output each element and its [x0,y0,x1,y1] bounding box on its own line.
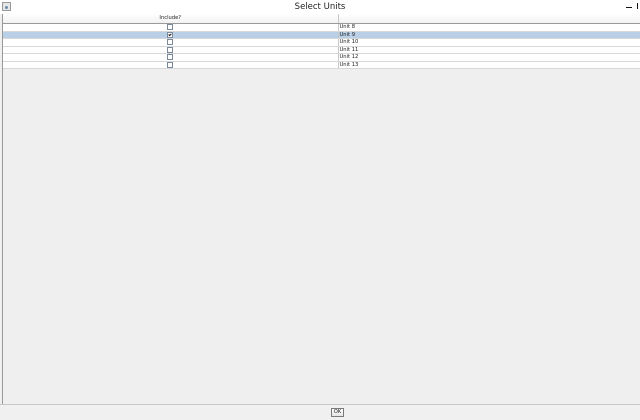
unit-name-cell[interactable]: Unit 11 [338,46,640,54]
unit-name-cell[interactable]: Unit 13 [338,61,640,69]
table-row[interactable]: Unit 10 [3,38,640,47]
table-row-selected[interactable]: Unit 9 [3,31,640,39]
unit-column-header[interactable] [338,14,640,24]
units-panel: Include? Unit 8 Unit 9 Unit 10 Unit 11 U… [2,14,640,404]
button-bar: OK [0,404,640,420]
minimize-icon[interactable] [625,2,633,12]
select-units-dialog: Select Units Include? Unit 8 Unit 9 Unit… [0,0,640,420]
include-checkbox[interactable] [167,61,174,68]
include-checkbox[interactable] [167,24,174,30]
include-cell[interactable] [3,23,339,32]
table-header-row: Include? [3,14,640,24]
title-bar[interactable]: Select Units [0,0,640,14]
close-icon[interactable] [636,2,640,12]
ok-button[interactable]: OK [331,408,344,417]
table-row[interactable]: Unit 8 [3,23,640,32]
include-cell[interactable] [3,53,339,62]
unit-name-cell[interactable]: Unit 10 [338,38,640,47]
include-cell[interactable] [3,38,339,47]
include-column-header[interactable]: Include? [3,14,339,24]
unit-name-cell[interactable]: Unit 8 [338,23,640,32]
include-checkbox-checked[interactable] [167,31,174,38]
unit-name-cell[interactable]: Unit 9 [338,31,640,39]
unit-name-cell[interactable]: Unit 12 [338,53,640,62]
table-row[interactable]: Unit 12 [3,53,640,62]
window-title: Select Units [294,2,346,12]
table-row[interactable]: Unit 13 [3,61,640,69]
include-checkbox[interactable] [167,39,174,45]
include-cell[interactable] [3,61,339,69]
include-checkbox[interactable] [167,46,174,53]
units-table: Include? Unit 8 Unit 9 Unit 10 Unit 11 U… [3,14,640,69]
include-cell[interactable] [3,31,339,39]
include-cell[interactable] [3,46,339,54]
include-checkbox[interactable] [167,54,174,60]
table-row[interactable]: Unit 11 [3,46,640,54]
